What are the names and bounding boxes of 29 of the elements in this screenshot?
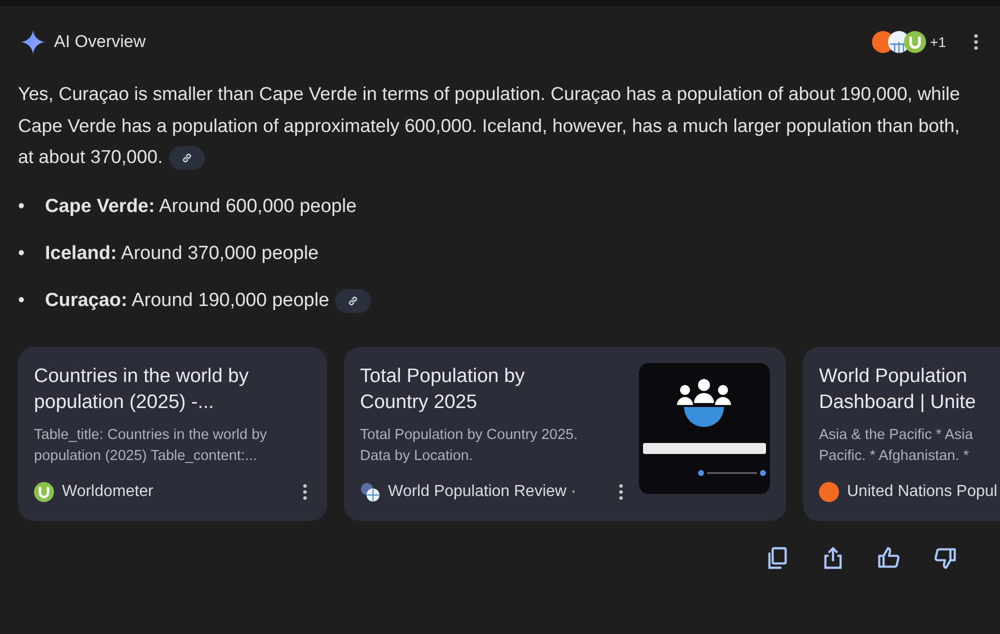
source-name: United Nations Popul: [847, 482, 998, 500]
card-title: Total Population by Country 2025: [360, 364, 525, 414]
card-title: Countries in the world by population (2025) -...: [34, 364, 249, 414]
bullet-marker: •: [18, 290, 26, 312]
globe-icon: [360, 482, 380, 502]
source-card[interactable]: World Population Dashboard | Unite Asia & the Pacific * Asia Pacific. * Afghanistan. * United Nations Popul: [803, 346, 1000, 520]
summary-paragraph: Yes, Curaçao is smaller than Cape Verde in terms of population. Curaçao has a population of about 190,000, while Cape Verde has a population of approximately 600,000. Iceland, however, has a much larger population than both, at about 370,000.: [18, 78, 970, 172]
link-icon[interactable]: [168, 146, 205, 170]
source-name: Worldometer: [62, 482, 154, 500]
source-card[interactable]: Countries in the world by population (2025) -... Table_title: Countries in the world by population (2025) Table_content:... Worldometer: [18, 346, 327, 520]
overview-title: AI Overview: [54, 32, 146, 52]
bullet-text: Curaçao: Around 190,000 people: [45, 290, 330, 312]
bullet-text: Iceland: Around 370,000 people: [45, 242, 319, 264]
source-card[interactable]: Total Population by Country 2025 Total Population by Country 2025. Data by Location. World Population Review ·: [344, 346, 786, 520]
logo-icon: [34, 482, 54, 502]
logo-icon: [819, 482, 839, 502]
bullet-text: Cape Verde: Around 600,000 people: [45, 196, 357, 218]
card-title: World Population Dashboard | Unite: [819, 364, 976, 414]
thumbs-up-icon[interactable]: [876, 544, 902, 570]
card-snippet: Table_title: Countries in the world by population (2025) Table_content:...: [34, 426, 267, 466]
bullet-marker: •: [18, 242, 26, 264]
card-snippet: Total Population by Country 2025. Data by Location.: [360, 426, 578, 466]
sparkle-icon: [20, 29, 46, 55]
bullet-marker: •: [18, 196, 26, 218]
card-snippet: Asia & the Pacific * Asia Pacific. * Afghanistan. *: [819, 426, 973, 466]
source-name: World Population Review ·: [388, 482, 578, 500]
link-icon[interactable]: [335, 288, 372, 312]
logo-icon: [904, 31, 926, 53]
source-count[interactable]: +1: [930, 34, 946, 50]
